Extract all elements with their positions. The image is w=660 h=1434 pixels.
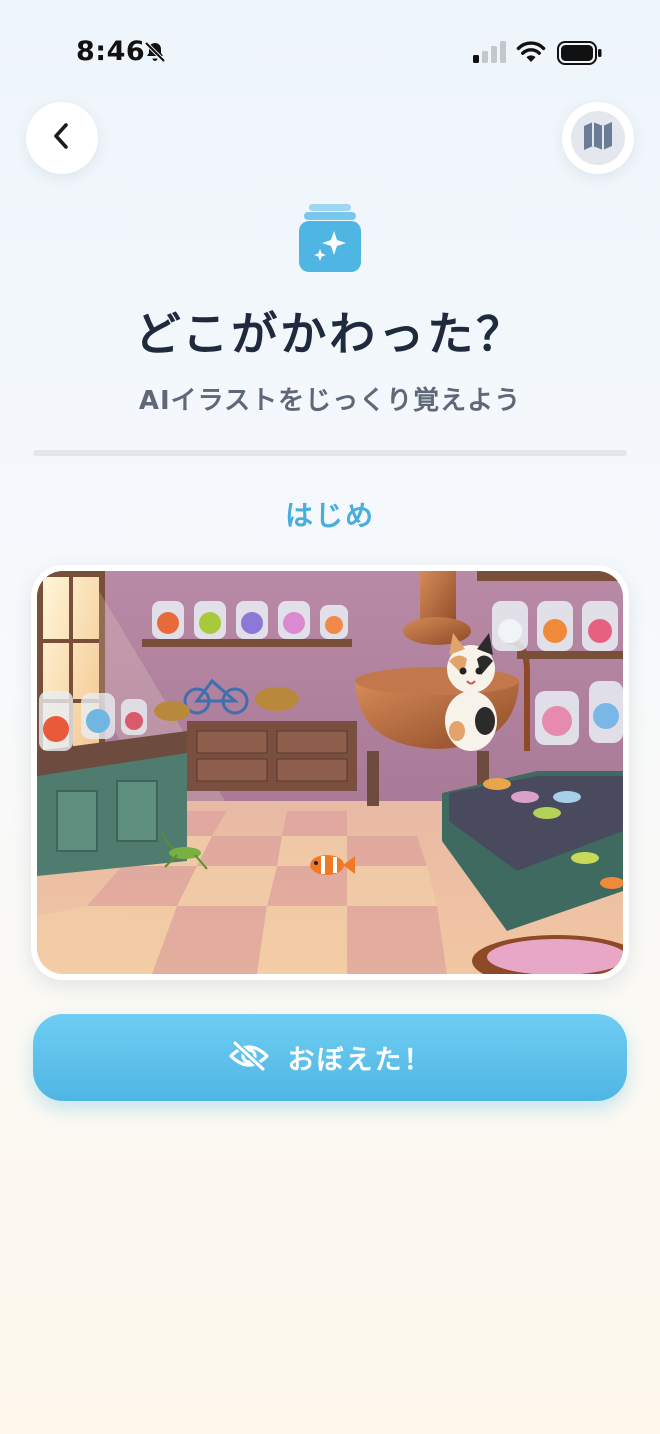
phase-label: はじめ bbox=[284, 499, 375, 532]
memorized-button[interactable]: おぼえた！ bbox=[33, 1014, 627, 1101]
eye-slash-icon bbox=[228, 1039, 270, 1076]
memorized-button-label: おぼえた！ bbox=[287, 1045, 433, 1076]
progress-bar bbox=[33, 450, 627, 456]
cellular-signal-icon bbox=[473, 41, 507, 67]
illustration-card bbox=[31, 565, 629, 980]
chevron-left-icon bbox=[49, 121, 75, 155]
back-button[interactable] bbox=[26, 102, 98, 174]
sparkles-stack-icon bbox=[299, 204, 361, 276]
map-icon bbox=[581, 119, 615, 157]
status-bar: 8:46 bbox=[0, 0, 660, 100]
status-time: 8:46 bbox=[76, 36, 146, 67]
candy-shop-scene-image bbox=[37, 571, 623, 974]
battery-icon bbox=[557, 41, 603, 69]
map-button[interactable] bbox=[562, 102, 634, 174]
map-icon-container bbox=[571, 111, 625, 165]
wifi-icon bbox=[516, 40, 546, 68]
page-subtitle: AIイラストをじっくり覚えよう bbox=[138, 386, 522, 416]
bell-slash-icon bbox=[143, 40, 167, 68]
page-title: どこがかわった？ bbox=[134, 307, 526, 361]
